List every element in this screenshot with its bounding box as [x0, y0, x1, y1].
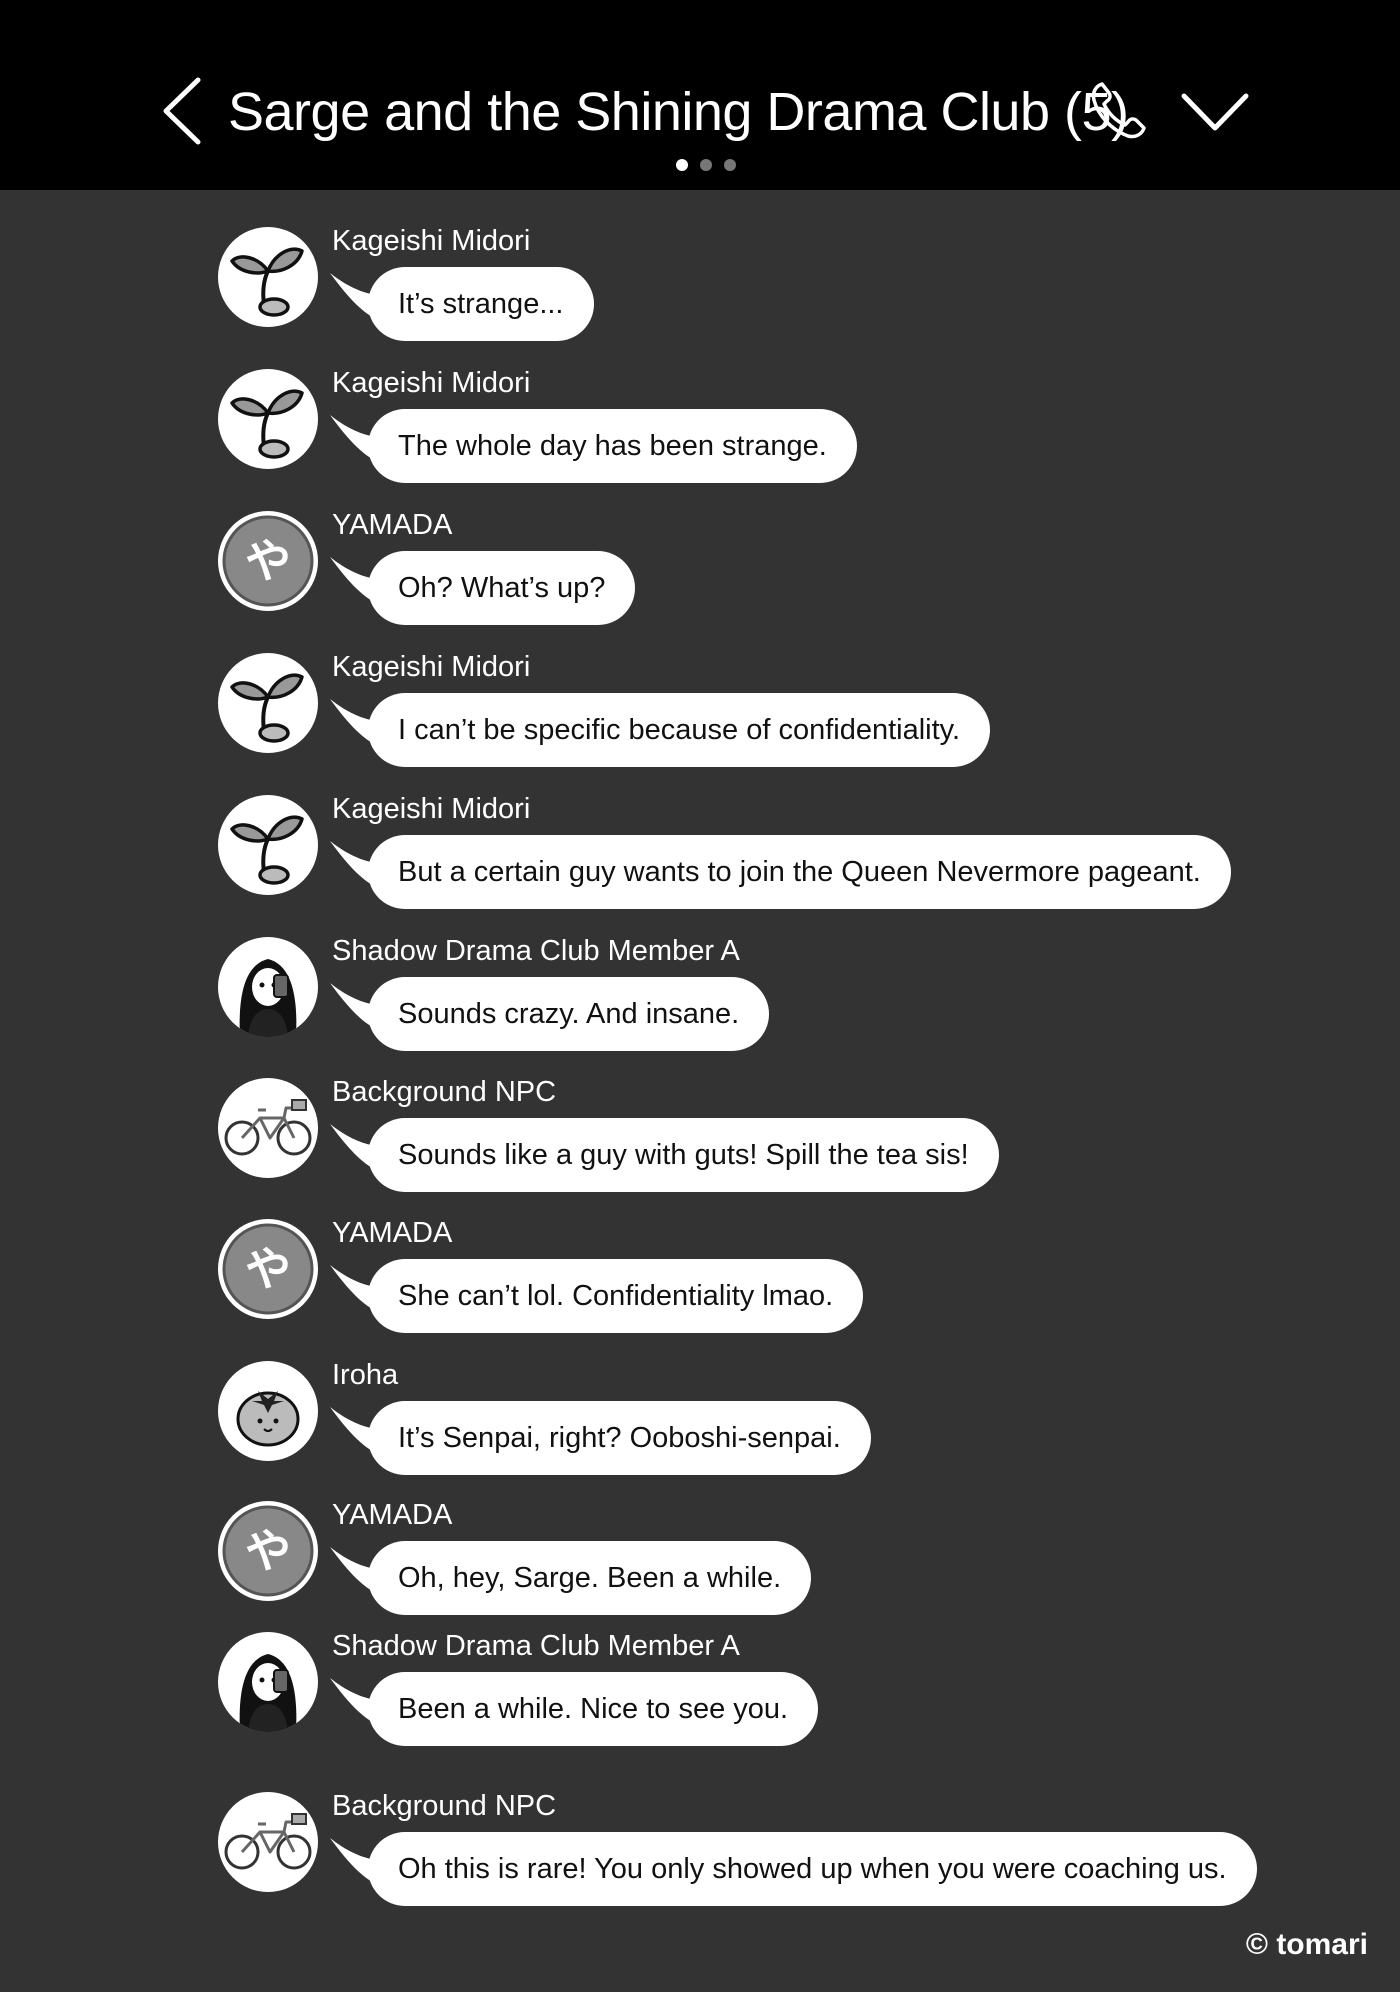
message-item: Shadow Drama Club Member A Sounds crazy. …: [218, 935, 1318, 1061]
sender-name-shadow-drama-club-member-a: Shadow Drama Club Member A: [332, 935, 740, 967]
message-bubble[interactable]: Been a while. Nice to see you.: [368, 1672, 819, 1746]
message-bubble[interactable]: I can’t be specific because of confident…: [368, 693, 991, 767]
avatar-girl-icon[interactable]: [218, 937, 318, 1037]
message-item: Kageishi Midori The whole day has been st…: [218, 367, 1318, 493]
sender-name-yamada: YAMADA: [332, 509, 453, 541]
message-bubble[interactable]: But a certain guy wants to join the Quee…: [368, 835, 1231, 909]
avatar-bicycle-icon[interactable]: [218, 1078, 318, 1178]
sender-name-background-npc: Background NPC: [332, 1790, 557, 1822]
message-item: や YAMADA Oh, hey, Sarge. Been a while.: [218, 1499, 1318, 1625]
avatar-sprout-icon[interactable]: [218, 795, 318, 895]
phone-icon[interactable]: [1088, 78, 1150, 142]
message-item: や YAMADA She can’t lol. Confidentiality lm…: [218, 1217, 1318, 1343]
sender-name-yamada: YAMADA: [332, 1499, 453, 1531]
avatar-sprout-icon[interactable]: [218, 653, 318, 753]
page-dot: [724, 159, 736, 171]
sender-name-kageishi-midori: Kageishi Midori: [332, 367, 531, 399]
chat-title: Sarge and the Shining Drama Club (5): [228, 82, 1129, 142]
avatar-bicycle-icon[interactable]: [218, 1792, 318, 1892]
svg-text:や: や: [245, 1242, 291, 1296]
sender-name-shadow-drama-club-member-a: Shadow Drama Club Member A: [332, 1630, 740, 1662]
message-item: Kageishi Midori But a certain guy wants t…: [218, 793, 1318, 919]
message-item: Iroha It’s Senpai, right? Ooboshi-senpai.: [218, 1359, 1318, 1485]
chat-header: Sarge and the Shining Drama Club (5): [0, 0, 1400, 190]
message-bubble[interactable]: Sounds crazy. And insane.: [368, 977, 770, 1051]
sender-name-kageishi-midori: Kageishi Midori: [332, 225, 531, 257]
message-item: Kageishi Midori I can’t be specific becau…: [218, 651, 1318, 777]
page-dot: [700, 159, 712, 171]
svg-text:や: や: [245, 534, 291, 588]
avatar-girl-icon[interactable]: [218, 1632, 318, 1732]
sender-name-yamada: YAMADA: [332, 1217, 453, 1249]
message-bubble[interactable]: The whole day has been strange.: [368, 409, 857, 483]
message-bubble[interactable]: Sounds like a guy with guts! Spill the t…: [368, 1118, 999, 1192]
avatar-ya-icon[interactable]: や: [218, 1501, 318, 1601]
sender-name-kageishi-midori: Kageishi Midori: [332, 793, 531, 825]
sender-name-iroha: Iroha: [332, 1359, 399, 1391]
avatar-ya-icon[interactable]: や: [218, 1219, 318, 1319]
page-indicator: [676, 159, 736, 171]
svg-text:や: や: [245, 1524, 291, 1578]
message-item: Shadow Drama Club Member A Been a while. …: [218, 1630, 1318, 1756]
message-item: や YAMADA Oh? What’s up?: [218, 509, 1318, 635]
message-bubble[interactable]: It’s strange...: [368, 267, 594, 341]
message-bubble[interactable]: Oh, hey, Sarge. Been a while.: [368, 1541, 812, 1615]
message-bubble[interactable]: She can’t lol. Confidentiality lmao.: [368, 1259, 864, 1333]
sender-name-kageishi-midori: Kageishi Midori: [332, 651, 531, 683]
message-bubble[interactable]: Oh this is rare! You only showed up when…: [368, 1832, 1257, 1906]
sender-name-background-npc: Background NPC: [332, 1076, 557, 1108]
message-bubble[interactable]: Oh? What’s up?: [368, 551, 636, 625]
message-item: Kageishi Midori It’s strange...: [218, 225, 1318, 351]
avatar-sprout-icon[interactable]: [218, 369, 318, 469]
message-item: Background NPC Oh this is rare! You only …: [218, 1790, 1318, 1916]
avatar-tomato-icon[interactable]: [218, 1361, 318, 1461]
message-item: Background NPC Sounds like a guy with gut…: [218, 1076, 1318, 1202]
credit: © tomari: [1245, 1928, 1368, 1961]
chevron-down-icon[interactable]: [1180, 90, 1250, 134]
page-dot: [676, 159, 688, 171]
avatar-sprout-icon[interactable]: [218, 227, 318, 327]
avatar-ya-icon[interactable]: や: [218, 511, 318, 611]
message-bubble[interactable]: It’s Senpai, right? Ooboshi-senpai.: [368, 1401, 871, 1475]
chevron-left-icon[interactable]: [160, 76, 204, 146]
